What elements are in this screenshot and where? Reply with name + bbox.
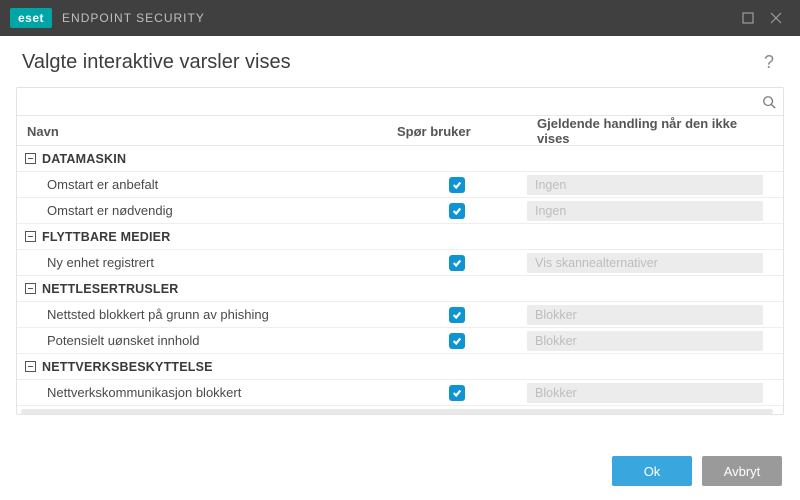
help-icon: ? [764, 52, 774, 72]
ask-user-checkbox[interactable] [449, 177, 465, 193]
row-name: Omstart er nødvendig [17, 203, 387, 218]
ask-user-checkbox[interactable] [449, 255, 465, 271]
ask-user-checkbox[interactable] [449, 385, 465, 401]
action-field: Ingen [527, 175, 763, 195]
window-square-icon [742, 12, 754, 24]
action-field: Blokker [527, 383, 763, 403]
row-name: Nettsted blokkert på grunn av phishing [17, 307, 387, 322]
row-name: Ny enhet registrert [17, 255, 387, 270]
close-icon [770, 12, 782, 24]
table-row: Potensielt uønsket innhold Blokker [17, 328, 783, 354]
group-label: FLYTTBARE MEDIER [42, 230, 170, 244]
main-panel: Navn Spør bruker Gjeldende handling når … [16, 87, 784, 415]
table-row: Nettverkstilgang blokkertIngen [17, 406, 783, 408]
search-row [17, 88, 783, 116]
row-name: Omstart er anbefalt [17, 177, 387, 192]
group-label: NETTVERKSBESKYTTELSE [42, 360, 213, 374]
col-ask: Spør bruker [387, 124, 527, 139]
ask-user-checkbox[interactable] [449, 203, 465, 219]
table-container: Navn Spør bruker Gjeldende handling når … [17, 116, 783, 414]
collapse-toggle[interactable] [25, 153, 36, 164]
search-input[interactable] [17, 94, 755, 109]
product-name: ENDPOINT SECURITY [62, 11, 205, 25]
titlebar: eset ENDPOINT SECURITY [0, 0, 800, 36]
brand-logo: eset [10, 8, 52, 28]
action-field: Vis skannealternativer [527, 253, 763, 273]
collapse-toggle[interactable] [25, 361, 36, 372]
help-button[interactable]: ? [760, 50, 778, 75]
group-row: NETTLESERTRUSLER [17, 276, 783, 302]
page-title: Valgte interaktive varsler vises [22, 51, 291, 74]
table-scroll[interactable]: Navn Spør bruker Gjeldende handling når … [17, 116, 783, 408]
group-label: NETTLESERTRUSLER [42, 282, 179, 296]
col-action: Gjeldende handling når den ikke vises [527, 116, 773, 146]
table-row: Omstart er nødvendig Ingen [17, 198, 783, 224]
group-row: FLYTTBARE MEDIER [17, 224, 783, 250]
search-button[interactable] [755, 95, 783, 109]
collapse-toggle[interactable] [25, 283, 36, 294]
footer: Ok Avbryt [0, 442, 800, 500]
group-row: NETTVERKSBESKYTTELSE [17, 354, 783, 380]
collapse-toggle[interactable] [25, 231, 36, 242]
table-row: Nettsted blokkert på grunn av phishing Bl… [17, 302, 783, 328]
table-row: Nettverkskommunikasjon blokkert Blokker [17, 380, 783, 406]
group-label: DATAMASKIN [42, 152, 126, 166]
search-icon [762, 95, 776, 109]
group-row: DATAMASKIN [17, 146, 783, 172]
table-row: Ny enhet registrert Vis skannealternative… [17, 250, 783, 276]
minimize-button[interactable] [734, 0, 762, 36]
table-header-row: Navn Spør bruker Gjeldende handling når … [17, 116, 783, 146]
ok-button[interactable]: Ok [612, 456, 692, 486]
col-name: Navn [17, 124, 387, 139]
close-button[interactable] [762, 0, 790, 36]
ask-user-checkbox[interactable] [449, 307, 465, 323]
ask-user-checkbox[interactable] [449, 333, 465, 349]
cancel-button[interactable]: Avbryt [702, 456, 782, 486]
action-field: Blokker [527, 305, 763, 325]
action-field: Blokker [527, 331, 763, 351]
page-header: Valgte interaktive varsler vises ? [0, 36, 800, 81]
horizontal-scrollbar[interactable] [21, 409, 773, 414]
action-field: Ingen [527, 201, 763, 221]
row-name: Potensielt uønsket innhold [17, 333, 387, 348]
table-row: Omstart er anbefalt Ingen [17, 172, 783, 198]
row-name: Nettverkskommunikasjon blokkert [17, 385, 387, 400]
